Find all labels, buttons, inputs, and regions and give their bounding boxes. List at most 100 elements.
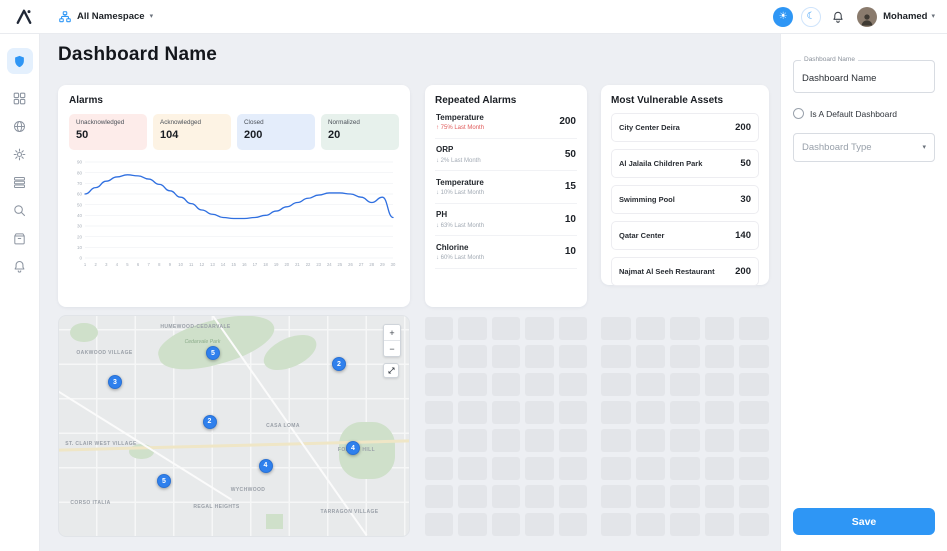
notifications-button[interactable] (831, 10, 845, 24)
skeleton-tile (525, 373, 553, 396)
skeleton-tile (636, 373, 666, 396)
skeleton-tile (458, 457, 486, 480)
svg-text:10: 10 (178, 262, 183, 267)
map-expand-button[interactable] (383, 363, 399, 378)
skeleton-tile (559, 485, 587, 508)
skeleton-tile (492, 345, 520, 368)
asset-count: 50 (740, 158, 751, 169)
svg-text:16: 16 (242, 262, 247, 267)
svg-text:28: 28 (369, 262, 374, 267)
map-marker[interactable]: 2 (203, 415, 217, 429)
loading-placeholder-grid (425, 317, 587, 547)
user-icon (859, 11, 875, 27)
radio-icon[interactable] (793, 108, 804, 119)
skeleton-tile (705, 513, 735, 536)
svg-text:90: 90 (77, 160, 83, 165)
svg-text:22: 22 (306, 262, 311, 267)
save-button[interactable]: Save (793, 508, 935, 535)
skeleton-tile (425, 513, 453, 536)
sidebar-item-settings[interactable] (10, 144, 30, 164)
sidebar-item-alerts[interactable] (10, 256, 30, 276)
dark-mode-toggle[interactable]: ☾ (801, 7, 821, 27)
asset-row[interactable]: Najmat Al Seeh Restaurant200 (611, 257, 759, 286)
svg-text:20: 20 (284, 262, 289, 267)
skeleton-tile (492, 429, 520, 452)
skeleton-tile (739, 513, 769, 536)
map-marker[interactable]: 4 (346, 441, 360, 455)
field-label: Dashboard Name (801, 56, 858, 63)
namespace-icon (58, 10, 72, 24)
skeleton-tile (425, 429, 453, 452)
dashboard-name-field[interactable]: Dashboard Name (793, 60, 935, 93)
bell-icon (831, 10, 845, 24)
skeleton-tile (458, 513, 486, 536)
svg-text:12: 12 (199, 262, 204, 267)
alarm-stat-label: Unacknowledged (76, 119, 140, 126)
repeated-alarm-row[interactable]: Chlorine↓ 60% Last Month10 (435, 236, 577, 269)
svg-text:6: 6 (137, 262, 140, 267)
app-logo[interactable] (12, 5, 36, 29)
svg-text:4: 4 (116, 262, 119, 267)
asset-row[interactable]: City Center Deira200 (611, 113, 759, 142)
repeated-alarms-list: Temperature↑ 75% Last Month200ORP↓ 2% La… (435, 106, 577, 269)
svg-text:50: 50 (77, 202, 83, 207)
sidebar-item-assets[interactable] (10, 172, 30, 192)
assets-map[interactable]: HUMEWOOD-CEDARVALECedarvale ParkOAKWOOD … (58, 315, 410, 537)
sidebar-item-search[interactable] (10, 200, 30, 220)
svg-text:8: 8 (158, 262, 161, 267)
sidebar (0, 34, 40, 551)
skeleton-tile (525, 429, 553, 452)
repeated-alarm-row[interactable]: ORP↓ 2% Last Month50 (435, 139, 577, 172)
asset-row[interactable]: Swimming Pool30 (611, 185, 759, 214)
skeleton-tile (636, 345, 666, 368)
svg-text:17: 17 (253, 262, 258, 267)
search-icon (12, 203, 27, 218)
repeated-alarm-row[interactable]: Temperature↑ 75% Last Month200 (435, 106, 577, 139)
repeated-alarm-row[interactable]: PH↓ 63% Last Month 10 (435, 204, 577, 237)
sidebar-item-network[interactable] (10, 116, 30, 136)
skeleton-tile (670, 485, 700, 508)
repeated-alarm-row[interactable]: Temperature↓ 10% Last Month15 (435, 171, 577, 204)
svg-text:19: 19 (274, 262, 279, 267)
skeleton-tile (525, 401, 553, 424)
skeleton-tile (670, 317, 700, 340)
map-marker[interactable]: 2 (332, 357, 346, 371)
map-zoom-out-button[interactable]: − (384, 341, 400, 356)
map-label: HUMEWOOD-CEDARVALE (160, 324, 230, 330)
svg-text:70: 70 (77, 181, 83, 186)
user-menu-chevron-icon[interactable]: ▾ (931, 13, 935, 20)
asset-row[interactable]: Al Jalaila Children Park50 (611, 149, 759, 178)
map-marker[interactable]: 3 (108, 375, 122, 389)
namespace-selector[interactable]: All Namespace ▾ (58, 10, 153, 24)
skeleton-tile (425, 317, 453, 340)
map-marker[interactable]: 4 (259, 459, 273, 473)
sidebar-item-security[interactable] (7, 48, 33, 74)
alarm-info: PH↓ 63% Last Month (436, 210, 484, 229)
map-marker[interactable]: 5 (206, 346, 220, 360)
alarm-count: 10 (565, 214, 576, 225)
dashboard-name-input[interactable] (802, 73, 926, 84)
default-dashboard-option[interactable]: Is A Default Dashboard (793, 108, 935, 119)
bell-icon (12, 259, 27, 274)
globe-icon (12, 119, 27, 134)
dashboard-grid-icon (12, 91, 27, 106)
map-marker[interactable]: 5 (157, 474, 171, 488)
skeleton-tile (601, 317, 631, 340)
skeleton-tile (425, 401, 453, 424)
gear-icon (12, 147, 27, 162)
map-layer: HUMEWOOD-CEDARVALECedarvale ParkOAKWOOD … (59, 316, 409, 536)
asset-row[interactable]: Qatar Center140 (611, 221, 759, 250)
alarm-name: PH (436, 210, 484, 219)
avatar[interactable] (857, 7, 877, 27)
alarm-info: ORP↓ 2% Last Month (436, 145, 481, 164)
dashboard-type-select[interactable]: Dashboard Type ▾ (793, 133, 935, 162)
sidebar-item-inventory[interactable] (10, 228, 30, 248)
skeleton-tile (525, 317, 553, 340)
app-root: All Namespace ▾ ☀ ☾ Mohamed ▾ (0, 0, 947, 551)
sidebar-item-dashboards[interactable] (10, 88, 30, 108)
skeleton-tile (636, 317, 666, 340)
skeleton-tile (636, 401, 666, 424)
light-mode-toggle[interactable]: ☀ (773, 7, 793, 27)
map-label: CORSO ITALIA (70, 500, 110, 506)
map-zoom-in-button[interactable]: + (384, 325, 400, 340)
